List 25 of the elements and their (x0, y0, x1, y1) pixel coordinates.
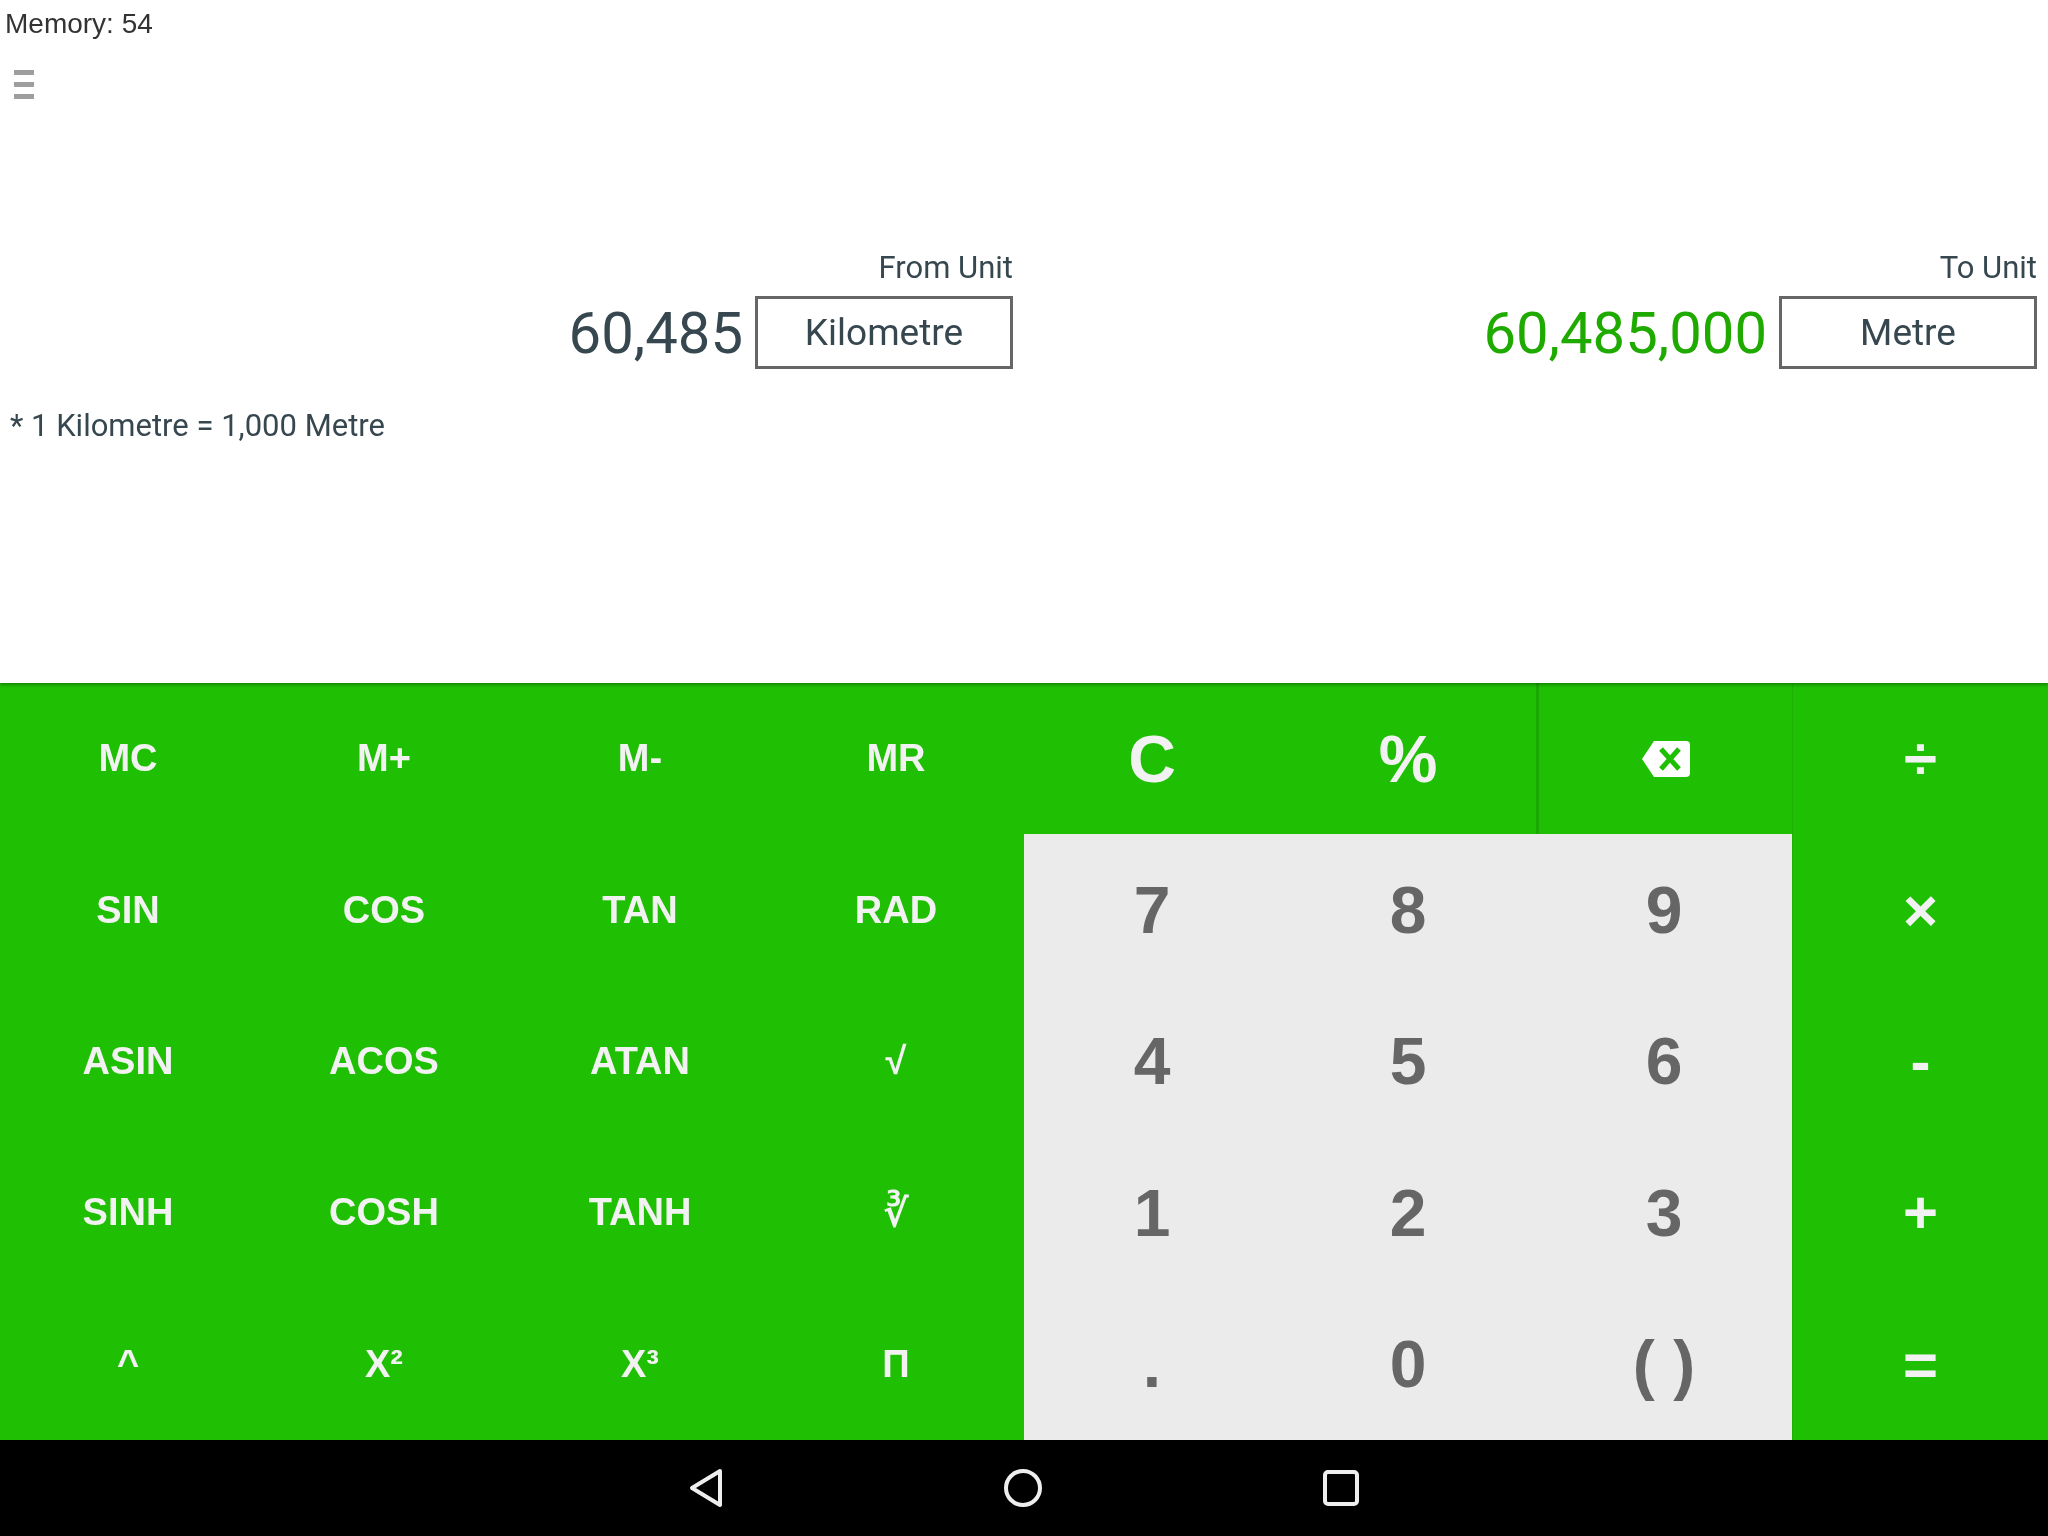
calculator-key[interactable]: 9 (1536, 834, 1792, 986)
unit-selector[interactable]: Metre (1779, 296, 2037, 369)
home-icon[interactable] (1003, 1468, 1043, 1508)
unit-label: To Unit (1939, 249, 2037, 286)
memory-label: Memory: 54 (5, 8, 153, 40)
calculator-key[interactable]: . (1024, 1288, 1280, 1440)
unit-selector[interactable]: Kilometre (755, 296, 1013, 369)
calculator-key[interactable]: 6 (1536, 985, 1792, 1138)
calculator-key[interactable]: 3 (1536, 1137, 1792, 1289)
calculator-key[interactable]: 1 (1024, 1137, 1280, 1289)
unit-label: From Unit (878, 249, 1013, 286)
back-icon[interactable] (689, 1468, 723, 1508)
calculator-key[interactable]: ( ) (1536, 1288, 1792, 1440)
converted-value: 60,485 (568, 298, 743, 367)
conversion-note: * 1 Kilometre = 1,000 Metre (10, 407, 385, 444)
calculator-key[interactable]: 8 (1280, 834, 1536, 986)
calculator-key[interactable]: 4 (1024, 985, 1280, 1138)
menu-icon[interactable] (14, 70, 34, 99)
backspace-icon (1641, 740, 1690, 777)
calculator-key[interactable]: 7 (1024, 834, 1280, 986)
calculator-key[interactable]: 2 (1280, 1137, 1536, 1289)
calculator-key[interactable]: 5 (1280, 985, 1536, 1138)
recents-icon[interactable] (1323, 1470, 1359, 1506)
converted-value: 60,485,000 (1483, 298, 1767, 367)
calculator-key[interactable]: 0 (1280, 1288, 1536, 1440)
